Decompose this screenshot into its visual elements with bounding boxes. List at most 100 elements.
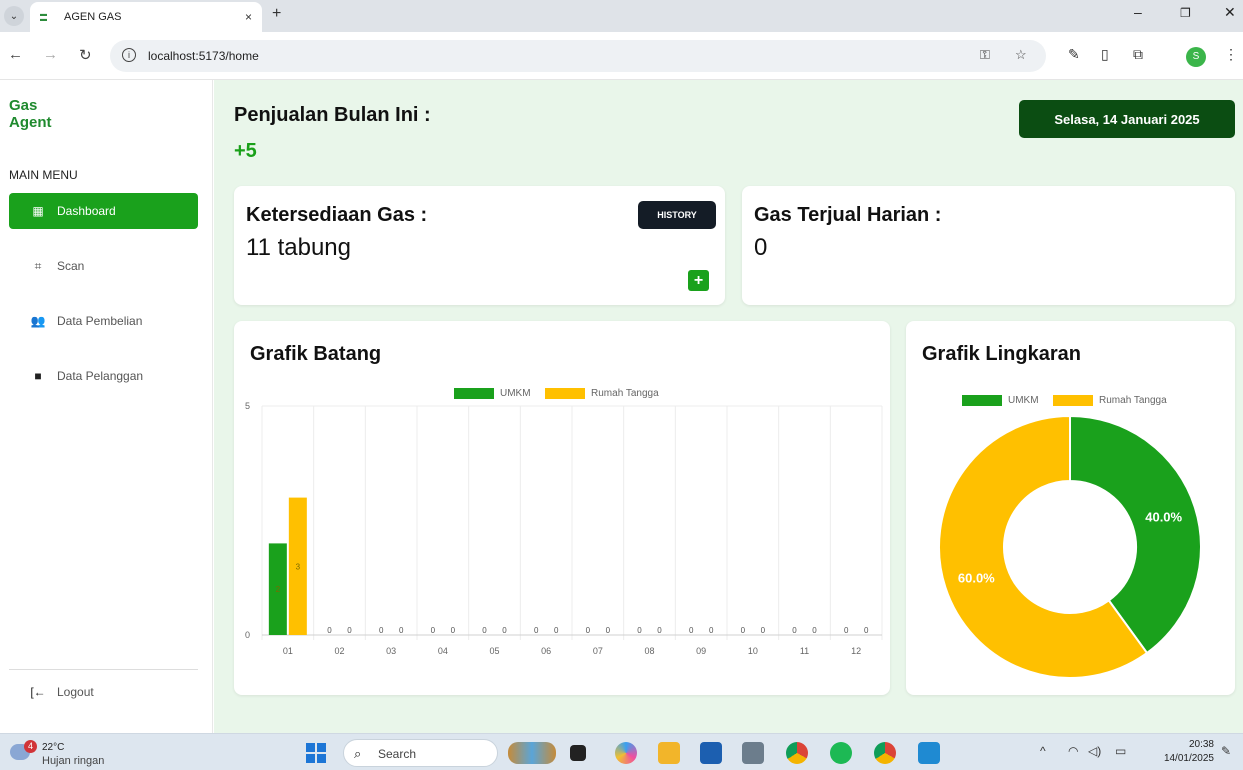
bar-chart-card: Grafik Batang UMKM Rumah Tangga 0 5 01 2 3 02… xyxy=(234,321,890,695)
sidebar-item-scan[interactable]: ⌗ Scan xyxy=(9,248,198,284)
daily-sales-title: Gas Terjual Harian : xyxy=(754,204,942,226)
sidebar: Gas Agent MAIN MENU ▦ Dashboard ⌗ Scan 👥… xyxy=(0,80,213,733)
data-label: 0 xyxy=(709,626,714,635)
search-placeholder: Search xyxy=(378,747,417,761)
browser-tabbar: ⌄ ▬ ▬ AGEN GAS × + – ❐ ✕ xyxy=(0,0,1243,32)
browser-tab[interactable]: ▬ ▬ AGEN GAS × xyxy=(30,2,262,32)
tray-chevron-icon[interactable]: ^ xyxy=(1040,744,1046,758)
x-tick-label: 02 xyxy=(334,646,344,656)
sidebar-item-label: Dashboard xyxy=(57,204,116,218)
store-icon[interactable] xyxy=(700,742,722,764)
taskbar-search[interactable]: ⌕ Search xyxy=(343,739,498,767)
volume-icon[interactable]: ◁) xyxy=(1088,744,1101,758)
menu-title: MAIN MENU xyxy=(9,168,78,182)
stock-title: Ketersediaan Gas : xyxy=(246,204,428,226)
restore-icon[interactable]: ❐ xyxy=(1180,6,1191,20)
forward-icon[interactable]: → xyxy=(43,46,58,63)
site-info-icon[interactable]: i xyxy=(122,48,136,62)
data-label: 0 xyxy=(637,626,642,635)
add-stock-button[interactable]: + xyxy=(688,270,709,291)
bookmark-star-icon[interactable]: ☆ xyxy=(1015,47,1027,63)
search-icon: ⌕ xyxy=(354,746,362,761)
profile-avatar[interactable]: S xyxy=(1186,47,1206,67)
x-tick-label: 11 xyxy=(800,646,809,656)
back-icon[interactable]: ← xyxy=(8,46,23,63)
slice-label: 40.0% xyxy=(1145,510,1182,525)
logout-icon: [← xyxy=(30,685,46,699)
close-window-icon[interactable]: ✕ xyxy=(1224,4,1236,21)
y-tick-label: 0 xyxy=(245,630,250,640)
address-bar[interactable]: i localhost:5173/home ⚿ ☆ xyxy=(110,40,1046,72)
widgets-icon[interactable] xyxy=(508,742,556,764)
tab-close-icon[interactable]: × xyxy=(245,10,252,24)
chrome-icon[interactable] xyxy=(786,742,808,764)
favicon-icon: ▬ ▬ xyxy=(40,11,47,23)
tab-search-button[interactable]: ⌄ xyxy=(4,6,24,26)
data-label: 0 xyxy=(741,626,746,635)
brand-logo[interactable]: Gas Agent xyxy=(9,97,52,131)
battery-icon[interactable]: ▭ xyxy=(1115,744,1126,758)
data-label: 0 xyxy=(482,626,487,635)
data-label: 0 xyxy=(812,626,817,635)
logout-button[interactable]: [← Logout xyxy=(9,674,198,710)
weather-text: Hujan ringan xyxy=(42,755,105,767)
users-icon: 👥 xyxy=(30,314,46,328)
bar-chart: 050123020 0030 0040 0050 0060 0070 0080 0090 010… xyxy=(245,401,883,656)
copilot-icon[interactable] xyxy=(615,742,637,764)
data-label: 0 xyxy=(502,626,507,635)
new-tab-button[interactable]: + xyxy=(272,5,281,23)
data-label: 0 xyxy=(431,626,436,635)
spotify-icon[interactable] xyxy=(830,742,852,764)
data-label: 0 xyxy=(689,626,694,635)
page-title: Penjualan Bulan Ini : xyxy=(234,104,431,126)
chrome-profile-icon[interactable] xyxy=(874,742,896,764)
extension-doc-icon[interactable]: ▯ xyxy=(1101,46,1109,63)
x-tick-label: 04 xyxy=(438,646,448,656)
sidebar-item-data-pelanggan[interactable]: ■ Data Pelanggan xyxy=(9,358,198,394)
data-label: 0 xyxy=(844,626,849,635)
daily-sales-card: Gas Terjual Harian : 0 xyxy=(742,186,1235,305)
donut-chart: 40.0% 60.0% xyxy=(938,414,1202,679)
sidebar-item-label: Data Pelanggan xyxy=(57,369,144,383)
password-key-icon[interactable]: ⚿ xyxy=(980,47,990,63)
scan-icon: ⌗ xyxy=(34,258,42,273)
vscode-icon[interactable] xyxy=(918,742,940,764)
x-tick-label: 05 xyxy=(489,646,499,656)
x-tick-label: 01 xyxy=(283,646,293,656)
grid-icon: ▦ xyxy=(32,204,44,218)
sidebar-item-dashboard[interactable]: ▦ Dashboard xyxy=(9,193,198,229)
y-tick-label: 5 xyxy=(245,401,250,411)
sidebar-item-data-pembelian[interactable]: 👥 Data Pembelian xyxy=(9,303,198,339)
history-button[interactable]: HISTORY xyxy=(638,201,716,229)
camera-icon[interactable] xyxy=(742,742,764,764)
notification-badge: 4 xyxy=(24,740,37,753)
task-view-icon[interactable] xyxy=(570,745,586,761)
x-tick-label: 03 xyxy=(386,646,396,656)
divider xyxy=(9,669,198,670)
url-text: localhost:5173/home xyxy=(148,49,259,63)
wifi-icon[interactable]: ◠ xyxy=(1068,744,1078,758)
clock-time: 20:38 xyxy=(1188,739,1214,750)
sidebar-item-label: Scan xyxy=(57,259,85,273)
daily-sales-value: 0 xyxy=(754,234,768,261)
notifications-icon[interactable]: ✎ xyxy=(1221,744,1231,758)
windows-start-icon[interactable] xyxy=(306,743,326,763)
taskbar-clock[interactable]: 20:38 14/01/2025 xyxy=(1148,738,1214,766)
browser-menu-icon[interactable]: ⋮ xyxy=(1224,46,1238,63)
eyedropper-icon[interactable]: ✎ xyxy=(1068,46,1080,63)
minimize-icon[interactable]: – xyxy=(1134,4,1142,20)
data-label: 0 xyxy=(347,626,352,635)
data-label: 0 xyxy=(451,626,456,635)
slice-label: 60.0% xyxy=(958,570,995,585)
x-tick-label: 07 xyxy=(593,646,603,656)
data-label: 0 xyxy=(327,626,332,635)
reload-icon[interactable]: ↻ xyxy=(79,46,92,64)
data-label: 2 xyxy=(276,585,281,594)
data-label: 0 xyxy=(792,626,797,635)
file-explorer-icon[interactable] xyxy=(658,742,680,764)
data-label: 0 xyxy=(657,626,662,635)
data-label: 0 xyxy=(761,626,766,635)
extensions-icon[interactable]: ⧉ xyxy=(1133,46,1143,63)
main-content: Penjualan Bulan Ini : +5 Selasa, 14 Janu… xyxy=(214,80,1243,733)
monthly-sales-value: +5 xyxy=(234,140,257,162)
